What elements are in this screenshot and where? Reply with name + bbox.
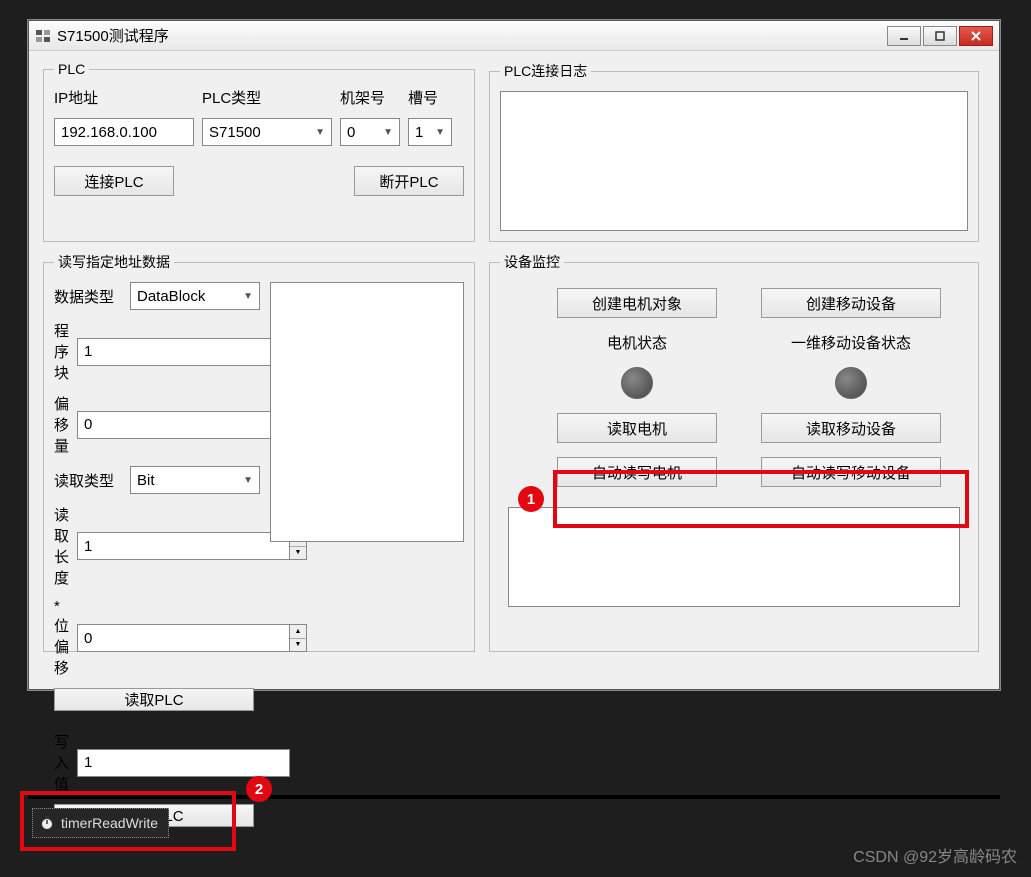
window-title: S71500测试程序 — [57, 25, 887, 46]
ip-label: IP地址 — [54, 87, 194, 108]
slot-label: 槽号 — [408, 87, 452, 108]
timer-icon — [39, 815, 55, 831]
rw-legend: 读写指定地址数据 — [54, 252, 174, 272]
bitoffset-stepper[interactable]: ▲▼ — [77, 624, 307, 652]
timer-label: timerReadWrite — [61, 815, 158, 831]
app-icon — [35, 28, 51, 44]
readlen-label: 读取长度 — [54, 504, 69, 588]
plc-group: PLC IP地址 PLC类型 机架号 槽号 S71500▼ 0▼ 1▼ 连接PL… — [43, 61, 475, 242]
auto-motor-button[interactable]: 自动读写电机 — [557, 457, 717, 487]
watermark: CSDN @92岁高龄码农 — [853, 843, 1017, 867]
readtype-label: 读取类型 — [54, 470, 122, 491]
motor-status-indicator — [621, 367, 653, 399]
datatype-label: 数据类型 — [54, 286, 122, 307]
writeval-input[interactable] — [77, 749, 290, 777]
ip-input[interactable] — [54, 118, 194, 146]
rack-label: 机架号 — [340, 87, 400, 108]
read-plc-button[interactable]: 读取PLC — [54, 688, 254, 711]
log-legend: PLC连接日志 — [500, 61, 591, 81]
monitor-output-textarea[interactable] — [508, 507, 960, 607]
read-move-button[interactable]: 读取移动设备 — [761, 413, 941, 443]
writeval-label: 写入值 — [54, 731, 69, 794]
log-textarea[interactable] — [500, 91, 968, 231]
offset-label: 偏移量 — [54, 393, 69, 456]
log-group: PLC连接日志 — [489, 61, 979, 242]
designer-tray-separator — [28, 795, 1000, 799]
datatype-select[interactable]: DataBlock▼ — [130, 282, 260, 310]
create-move-button[interactable]: 创建移动设备 — [761, 288, 941, 318]
create-motor-button[interactable]: 创建电机对象 — [557, 288, 717, 318]
minimize-button[interactable] — [887, 26, 921, 46]
chevron-down-icon: ▼ — [435, 127, 445, 138]
monitor-legend: 设备监控 — [500, 252, 564, 272]
read-motor-button[interactable]: 读取电机 — [557, 413, 717, 443]
spin-down-icon[interactable]: ▼ — [290, 639, 306, 652]
readtype-select[interactable]: Bit▼ — [130, 466, 260, 494]
rack-select[interactable]: 0▼ — [340, 118, 400, 146]
slot-select[interactable]: 1▼ — [408, 118, 452, 146]
rw-output-textarea[interactable] — [270, 282, 464, 542]
spin-up-icon[interactable]: ▲ — [290, 625, 306, 639]
plc-type-select[interactable]: S71500▼ — [202, 118, 332, 146]
chevron-down-icon: ▼ — [383, 127, 393, 138]
move-status-label: 一维移动设备状态 — [791, 332, 911, 353]
maximize-button[interactable] — [923, 26, 957, 46]
chevron-down-icon: ▼ — [243, 475, 253, 486]
plc-type-label: PLC类型 — [202, 87, 332, 108]
close-button[interactable] — [959, 26, 993, 46]
chevron-down-icon: ▼ — [315, 127, 325, 138]
spin-down-icon[interactable]: ▼ — [290, 547, 306, 560]
disconnect-plc-button[interactable]: 断开PLC — [354, 166, 464, 196]
auto-move-button[interactable]: 自动读写移动设备 — [761, 457, 941, 487]
motor-status-label: 电机状态 — [607, 332, 667, 353]
plc-legend: PLC — [54, 61, 89, 77]
block-label: 程序块 — [54, 320, 69, 383]
bitoffset-label: *位偏移 — [54, 598, 69, 678]
move-status-indicator — [835, 367, 867, 399]
timer-component[interactable]: timerReadWrite — [32, 808, 169, 838]
monitor-group: 设备监控 创建电机对象 电机状态 读取电机 自动读写电机 创建移动设备 一维移动… — [489, 252, 979, 652]
readwrite-group: 读写指定地址数据 数据类型 DataBlock▼ 程序块 ▲▼ 偏移量 ▲▼ — [43, 252, 475, 652]
app-window: S71500测试程序 PLC IP地址 PLC类型 机架号 槽号 S71500▼… — [28, 20, 1000, 690]
chevron-down-icon: ▼ — [243, 291, 253, 302]
titlebar: S71500测试程序 — [29, 21, 999, 51]
connect-plc-button[interactable]: 连接PLC — [54, 166, 174, 196]
